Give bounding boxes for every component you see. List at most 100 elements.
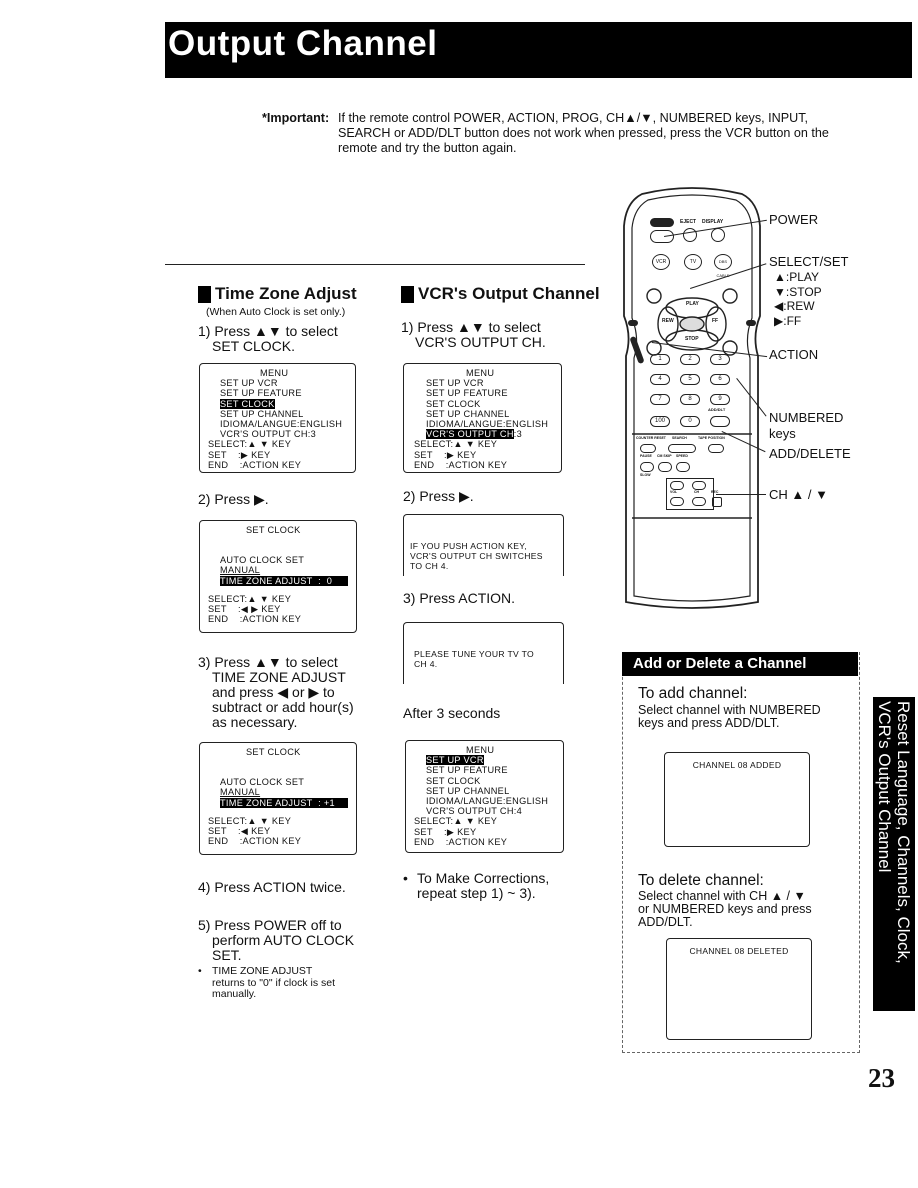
- vol-down-button[interactable]: [670, 497, 684, 506]
- oc-menu-screen: MENU SET UP VCR SET UP FEATURE SET CLOCK SET…: [403, 363, 562, 473]
- key-7[interactable]: 7: [650, 394, 670, 405]
- add-channel-instructions: Select channel with NUMBERED keys and pr…: [638, 704, 821, 730]
- instruction-line: keys and press ADD/DLT.: [638, 716, 780, 730]
- bullet-line: manually.: [212, 988, 257, 1000]
- section-marker-icon: [401, 285, 414, 303]
- tv-button[interactable]: TV: [684, 254, 702, 270]
- key-4[interactable]: 4: [650, 374, 670, 385]
- screen-title: SET CLOCK: [246, 525, 301, 535]
- key-5[interactable]: 5: [680, 374, 700, 385]
- ch-up-button[interactable]: [692, 481, 706, 490]
- key-8[interactable]: 8: [680, 394, 700, 405]
- chapter-side-tab-text: Reset Language, Channels, Clock, VCR's O…: [873, 697, 915, 1011]
- screen-line: MANUAL: [220, 565, 261, 576]
- screen-line: IF YOU PUSH ACTION KEY,: [410, 541, 527, 551]
- menu-row-text: IDIOMA/LANGUE:ENGLISH: [426, 796, 549, 807]
- power-callout: POWER: [769, 212, 819, 227]
- bullet-line: repeat step 1) ~ 3).: [417, 885, 536, 901]
- menu-row: VCR'S OUTPUT CH:4: [414, 806, 563, 816]
- menu-row: END :ACTION KEY: [414, 460, 561, 470]
- key-1[interactable]: 1: [650, 354, 670, 365]
- menu-row: SET UP CHANNEL: [208, 409, 355, 419]
- oc-tune-screen: PLEASE TUNE YOUR TV TO CH 4.: [403, 622, 564, 684]
- cm-skip-button[interactable]: [658, 462, 672, 472]
- tz-step5: 5) Press POWER off to perform AUTO CLOCK…: [198, 918, 354, 963]
- oc-step1-line: VCR'S OUTPUT CH.: [415, 334, 546, 350]
- menu-row-text: SET UP VCR: [220, 378, 278, 389]
- screen-line: AUTO CLOCK SET: [220, 777, 305, 788]
- menu-row: SET UP FEATURE: [414, 388, 561, 398]
- stop-callout: ▼:STOP: [774, 284, 822, 299]
- cm-skip-label: CM SKIP: [657, 454, 672, 458]
- menu-row-text: SET UP FEATURE: [426, 388, 508, 399]
- menu-row: MENU: [414, 368, 561, 378]
- menu-row: VCR'S OUTPUT CH:3: [208, 429, 355, 439]
- remote-illustration: EJECT DISPLAY VCR TV DBS CABLE PLAY STOP…: [612, 186, 772, 614]
- add-delete-title: Add or Delete a Channel: [622, 652, 858, 676]
- channel-deleted-screen: CHANNEL 08 DELETED: [666, 938, 812, 1040]
- power-label-plate: [650, 218, 674, 227]
- menu-row-text: SET :▶ KEY: [414, 449, 477, 460]
- screen-title: SET CLOCK: [246, 747, 301, 757]
- menu-row: SET CLOCK: [414, 776, 563, 786]
- tape-position-button[interactable]: [708, 444, 724, 453]
- vol-up-button[interactable]: [670, 481, 684, 490]
- pause-label: PAUSE: [640, 454, 652, 458]
- select-set-list: ▲:PLAY ▼:STOP ◀:REW ▶:FF: [774, 270, 822, 328]
- rec-button[interactable]: [712, 497, 722, 507]
- oc-result-menu-screen: MENU SET UP VCR SET UP FEATURE SET CLOCK SET…: [405, 740, 564, 853]
- tz-setclock-screen: SET CLOCK AUTO CLOCK SET MANUAL TIME ZON…: [199, 520, 357, 633]
- section-divider: [165, 264, 585, 265]
- key-100[interactable]: 100: [650, 416, 670, 427]
- oc-step3: 3) Press ACTION.: [403, 590, 516, 606]
- key-2[interactable]: 2: [680, 354, 700, 365]
- bullet-icon: •: [403, 870, 408, 886]
- screen-line: SET :◀ ▶ KEY: [208, 604, 281, 615]
- play-label: PLAY: [686, 301, 699, 307]
- oc-after-label: After 3 seconds: [403, 705, 501, 721]
- ch-callout: CH ▲ / ▼: [769, 487, 828, 502]
- tz-adjust-screen: SET CLOCK AUTO CLOCK SET MANUAL TIME ZON…: [199, 742, 357, 855]
- time-zone-title-text: Time Zone Adjust: [215, 284, 357, 303]
- tz-step3-line: 3) Press ▲▼ to select: [198, 654, 338, 670]
- menu-row: SELECT:▲ ▼ KEY: [414, 816, 563, 826]
- search-button[interactable]: [668, 444, 696, 453]
- key-9[interactable]: 9: [710, 394, 730, 405]
- ch-leader-line: [716, 494, 766, 495]
- screen-line: TO CH 4.: [410, 561, 449, 571]
- tz-step1-line1: 1) Press ▲▼ to select: [198, 323, 338, 339]
- tz-step3-line: subtract or add hour(s): [212, 699, 354, 715]
- tape-position-label: TAPE POSITION: [698, 436, 725, 440]
- display-button[interactable]: [711, 228, 725, 242]
- power-button[interactable]: [650, 230, 674, 243]
- key-6[interactable]: 6: [710, 374, 730, 385]
- ff-label: FF: [712, 318, 719, 324]
- speed-button[interactable]: [676, 462, 690, 472]
- dbs-cable-button[interactable]: DBS CABLE: [714, 254, 732, 278]
- menu-row-text: SET UP VCR: [426, 755, 484, 766]
- add-dlt-button[interactable]: [710, 416, 730, 427]
- add-delete-callout: ADD/DELETE: [769, 446, 851, 461]
- tz-menu-screen: MENU SET UP VCR SET UP FEATURE SET CLOCK SET…: [199, 363, 356, 473]
- menu-row: MENU: [414, 745, 563, 755]
- menu-row: SET CLOCK: [414, 399, 561, 409]
- pause-button[interactable]: [640, 462, 654, 472]
- ch-down-button[interactable]: [692, 497, 706, 506]
- menu-row-text: IDIOMA/LANGUE:ENGLISH: [220, 419, 343, 430]
- menu-row-text: SELECT:▲ ▼ KEY: [414, 439, 498, 450]
- counter-reset-button[interactable]: [640, 444, 656, 453]
- menu-row: END :ACTION KEY: [208, 460, 355, 470]
- vcr-button[interactable]: VCR: [652, 254, 670, 270]
- key-0[interactable]: 0: [680, 416, 700, 427]
- screen-line: VCR'S OUTPUT CH SWITCHES: [410, 551, 543, 561]
- menu-row-text: SET :▶ KEY: [208, 449, 271, 460]
- oc-step1: 1) Press ▲▼ to select VCR'S OUTPUT CH.: [401, 320, 546, 350]
- menu-row-text: IDIOMA/LANGUE:ENGLISH: [426, 419, 549, 430]
- screen-line: SELECT:▲ ▼ KEY: [208, 593, 292, 604]
- tz-bullet-note: • TIME ZONE ADJUST returns to "0" if clo…: [198, 965, 335, 1001]
- menu-row-text: SET UP VCR: [426, 378, 484, 389]
- add-channel-heading: To add channel:: [638, 685, 748, 702]
- key-3[interactable]: 3: [710, 354, 730, 365]
- numbered-callout-line: keys: [769, 426, 796, 441]
- bullet-icon: •: [198, 965, 202, 977]
